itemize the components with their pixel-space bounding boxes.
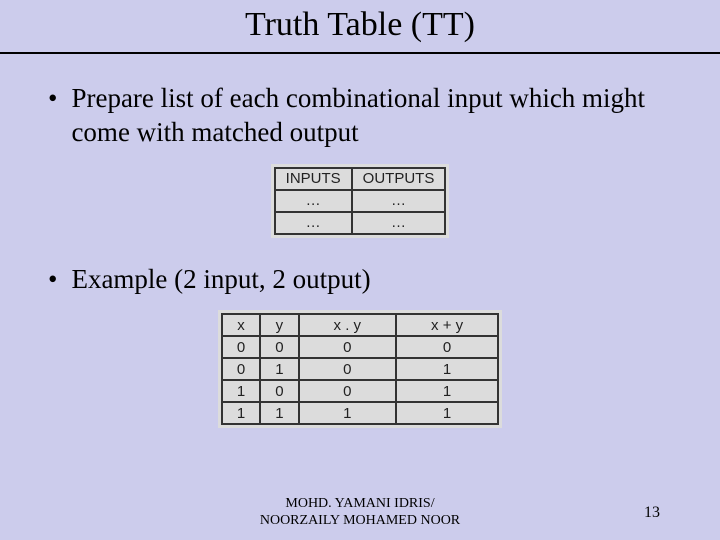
tt-io-header-inputs: INPUTS [275, 168, 352, 190]
table-row: 0 0 0 0 [222, 336, 498, 358]
tt-cell: 0 [222, 336, 260, 358]
tt-cell: 0 [299, 358, 397, 380]
page-title: Truth Table (TT) [0, 0, 720, 44]
tt-cell: 0 [299, 380, 397, 402]
table-row: … … [275, 190, 446, 212]
bullet-2: • Example (2 input, 2 output) [48, 263, 672, 297]
table-row: 1 0 0 1 [222, 380, 498, 402]
tt-io-table: INPUTS OUTPUTS … … … … [274, 167, 447, 235]
tt-cell: 0 [260, 380, 298, 402]
table-inputs-outputs: INPUTS OUTPUTS … … … … [48, 164, 672, 243]
tt-io-cell: … [352, 190, 446, 212]
tt-cell: 1 [396, 358, 498, 380]
tt-cell: 1 [299, 402, 397, 424]
table-row: 0 1 0 1 [222, 358, 498, 380]
tt-cell: 1 [222, 402, 260, 424]
footer-author-line1: MOHD. YAMANI IDRIS/ [285, 496, 434, 511]
tt-io-cell: … [275, 212, 352, 234]
tt-cell: 0 [299, 336, 397, 358]
tt-cell: 1 [396, 402, 498, 424]
tt-cell: 0 [396, 336, 498, 358]
table-row: … … [275, 212, 446, 234]
bullet-1: • Prepare list of each combinational inp… [48, 82, 672, 150]
tt-cell: 1 [396, 380, 498, 402]
tt-io-cell: … [275, 190, 352, 212]
slide: Truth Table (TT) • Prepare list of each … [0, 0, 720, 540]
tt-col-x: x [222, 314, 260, 336]
tt-io-cell: … [352, 212, 446, 234]
table-row: 1 1 1 1 [222, 402, 498, 424]
tt-col-and: x . y [299, 314, 397, 336]
bullet-dot-icon: • [48, 263, 57, 297]
tt-cell: 0 [260, 336, 298, 358]
tt-cell: 1 [260, 358, 298, 380]
slide-content: • Prepare list of each combinational inp… [0, 54, 720, 433]
bullet-dot-icon: • [48, 82, 57, 116]
tt-example-table: x y x . y x + y 0 0 0 0 0 1 0 [221, 313, 499, 425]
tt-cell: 1 [260, 402, 298, 424]
tt-col-or: x + y [396, 314, 498, 336]
tt-cell: 1 [222, 380, 260, 402]
bullet-1-text: Prepare list of each combinational input… [71, 82, 672, 150]
footer-page-number: 13 [644, 504, 660, 522]
tt-io-header-outputs: OUTPUTS [352, 168, 446, 190]
tt-cell: 0 [222, 358, 260, 380]
tt-col-y: y [260, 314, 298, 336]
footer-author-line2: NOORZAILY MOHAMED NOOR [260, 513, 460, 528]
truth-table-example: x y x . y x + y 0 0 0 0 0 1 0 [48, 310, 672, 433]
bullet-2-text: Example (2 input, 2 output) [71, 263, 370, 297]
footer-author: MOHD. YAMANI IDRIS/ NOORZAILY MOHAMED NO… [0, 496, 720, 530]
